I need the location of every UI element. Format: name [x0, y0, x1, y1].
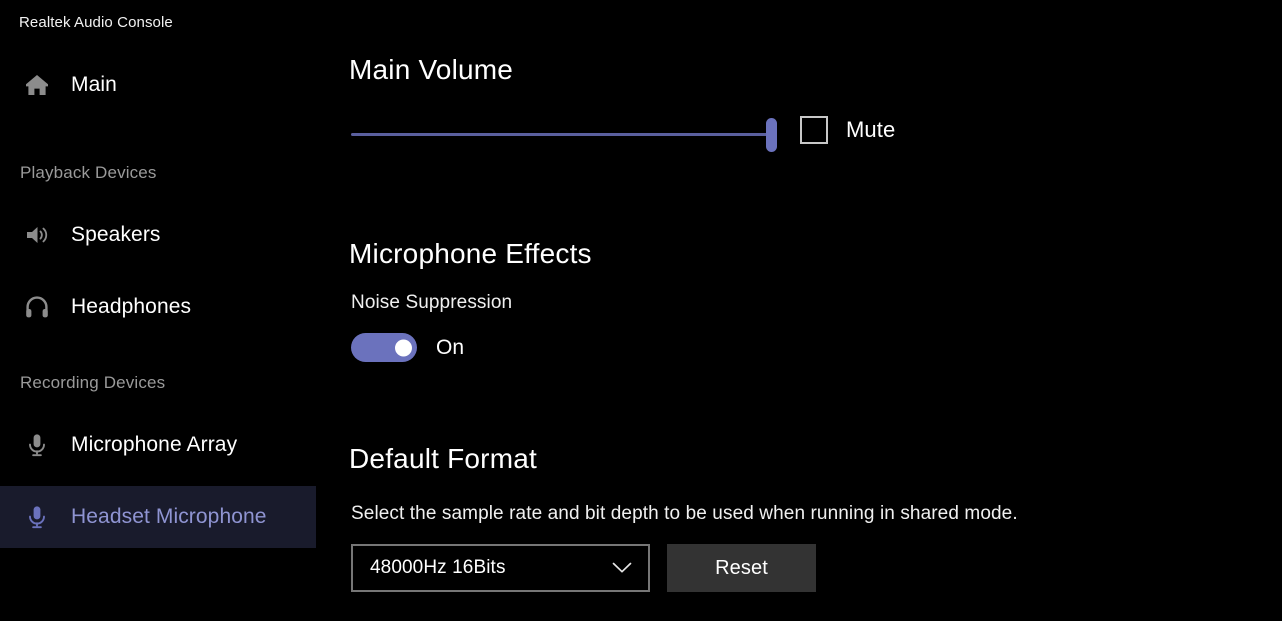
mute-control[interactable]: Mute [800, 116, 895, 144]
sidebar-item-headset-microphone[interactable]: Headset Microphone [0, 486, 316, 548]
chevron-down-icon [612, 562, 632, 575]
sidebar-item-main[interactable]: Main [0, 54, 316, 116]
noise-suppression-toggle[interactable] [351, 333, 417, 362]
sidebar-item-label: Headphones [71, 295, 192, 318]
sidebar-group-recording-devices: Recording Devices [20, 373, 166, 392]
headphones-icon [20, 290, 54, 324]
sidebar-group-playback-devices: Playback Devices [20, 163, 157, 182]
sidebar: Realtek Audio Console Main Playback Devi… [0, 0, 316, 621]
sidebar-item-label: Headset Microphone [71, 505, 267, 528]
home-icon [20, 68, 54, 102]
slider-thumb[interactable] [766, 118, 777, 152]
toggle-knob [395, 339, 412, 356]
main-volume-slider[interactable] [351, 118, 777, 152]
content-pane: Main Volume Mute Microphone Effects Nois… [316, 0, 1282, 621]
microphone-icon [20, 500, 54, 534]
app-title: Realtek Audio Console [19, 14, 173, 31]
sample-rate-dropdown-value: 48000Hz 16Bits [370, 557, 506, 578]
mute-label: Mute [846, 117, 896, 142]
slider-track[interactable] [351, 133, 771, 136]
sidebar-item-label: Speakers [71, 223, 161, 246]
noise-suppression-state: On [436, 335, 465, 359]
default-format-controls: 48000Hz 16Bits Reset [351, 544, 816, 592]
reset-button[interactable]: Reset [667, 544, 816, 592]
mute-checkbox[interactable] [800, 116, 828, 144]
sidebar-item-microphone-array[interactable]: Microphone Array [0, 414, 316, 476]
section-title-microphone-effects: Microphone Effects [349, 238, 592, 269]
section-title-default-format: Default Format [349, 443, 537, 474]
noise-suppression-control[interactable]: On [351, 333, 464, 362]
noise-suppression-label: Noise Suppression [351, 292, 513, 313]
section-title-main-volume: Main Volume [349, 54, 514, 85]
microphone-icon [20, 428, 54, 462]
sidebar-item-label: Microphone Array [71, 433, 238, 456]
default-format-description: Select the sample rate and bit depth to … [351, 503, 1018, 524]
speaker-icon [20, 218, 54, 252]
sample-rate-dropdown[interactable]: 48000Hz 16Bits [351, 544, 650, 592]
sidebar-item-headphones[interactable]: Headphones [0, 276, 316, 338]
sidebar-item-label: Main [71, 73, 117, 96]
realtek-audio-console-window: Realtek Audio Console Main Playback Devi… [0, 0, 1282, 621]
sidebar-item-speakers[interactable]: Speakers [0, 204, 316, 266]
